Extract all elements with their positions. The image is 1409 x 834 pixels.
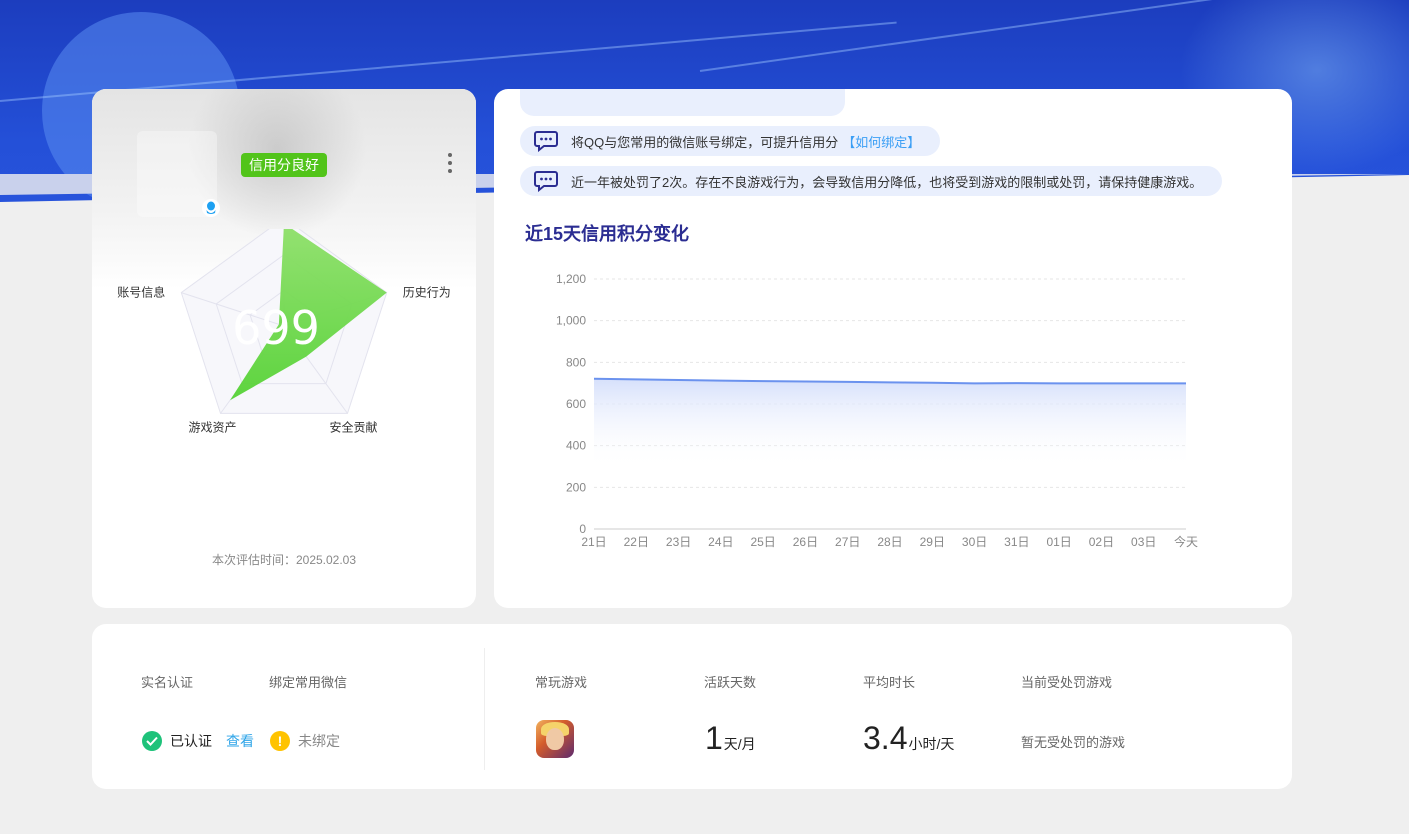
real-name-status-text: 已认证: [170, 733, 212, 749]
view-link[interactable]: 查看: [226, 731, 254, 751]
check-icon: [142, 731, 162, 751]
trend-title: 近15天信用积分变化: [525, 224, 690, 244]
account-summary-card: 实名认证 绑定常用微信 已认证 查看 ! 未绑定 常玩游戏 活跃天数 平均时长 …: [92, 624, 1292, 789]
area-fill: [594, 378, 1186, 469]
x-tick-label: 今天: [1174, 534, 1198, 549]
y-tick-label: 0: [579, 522, 586, 536]
tip-text: 将QQ与您常用的微信账号绑定，可提升信用分: [571, 134, 839, 150]
x-tick-label: 01日: [1046, 535, 1071, 549]
radar-axis-label: 历史行为: [403, 286, 451, 300]
x-tick-label: 31日: [1004, 535, 1029, 549]
radar-axis-label: 安全贡献: [329, 419, 377, 434]
x-tick-label: 03日: [1131, 535, 1156, 549]
x-tick-label: 23日: [666, 535, 691, 549]
warning-icon: !: [270, 731, 290, 751]
real-name-status: 已认证 查看: [142, 731, 254, 751]
tip-text: 近一年被处罚了2次。存在不良游戏行为，会导致信用分降低，也将受到游戏的限制或处罚…: [571, 174, 1203, 190]
qq-icon: [202, 199, 220, 217]
x-tick-label: 02日: [1089, 535, 1114, 549]
y-tick-label: 1,200: [556, 272, 586, 286]
y-tick-label: 600: [566, 397, 586, 411]
how-to-bind-link[interactable]: 【如何绑定】: [842, 132, 920, 151]
message-icon: [534, 171, 558, 192]
y-tick-label: 1,000: [556, 314, 586, 328]
real-name-label: 实名认证: [141, 675, 194, 690]
credit-score-card: 信用分良好 日常活跃历史行为安全贡献游戏资产账号信息699 本次评估时间：202…: [92, 89, 476, 608]
radar-axis-label: 账号信息: [117, 285, 165, 300]
wechat-status: ! 未绑定: [270, 731, 340, 751]
y-tick-label: 400: [566, 439, 586, 453]
active-days-value: 1 天/月: [705, 720, 756, 756]
avg-duration-label: 平均时长: [863, 675, 916, 690]
penalty-value: 暂无受处罚的游戏: [1021, 735, 1126, 750]
x-tick-label: 28日: [877, 535, 902, 549]
avg-duration-value: 3.4 小时/天: [863, 720, 955, 756]
frequent-game-label: 常玩游戏: [535, 675, 588, 690]
x-tick-label: 27日: [835, 535, 860, 549]
tip-partial: [520, 89, 845, 116]
tip-bind-wechat: 将QQ与您常用的微信账号绑定，可提升信用分 【如何绑定】: [520, 126, 941, 156]
message-icon: [534, 131, 558, 152]
x-tick-label: 29日: [920, 535, 945, 549]
x-tick-label: 22日: [624, 535, 649, 549]
x-tick-label: 24日: [708, 535, 733, 549]
game-icon[interactable]: [536, 720, 574, 758]
x-tick-label: 21日: [581, 535, 606, 549]
credit-status-badge: 信用分良好: [241, 153, 327, 177]
credit-trend-chart: 0 200 400 600 800 1,000 1,200 21日 22日 23日 24日 25日 26…: [556, 272, 1198, 549]
x-tick-label: 26日: [793, 535, 818, 549]
credit-trend-card: 将QQ与您常用的微信账号绑定，可提升信用分 【如何绑定】 近一年被处罚了2次。存…: [494, 89, 1292, 608]
y-tick-label: 800: [566, 355, 586, 369]
credit-score-value: 699: [232, 301, 320, 355]
evaluation-time: 本次评估时间：2025.02.03: [211, 553, 357, 567]
radar-chart: 日常活跃历史行为安全贡献游戏资产账号信息699: [117, 229, 451, 434]
more-options-icon[interactable]: [442, 151, 458, 175]
divider: [484, 648, 485, 770]
active-days-label: 活跃天数: [704, 675, 757, 690]
penalty-label: 当前受处罚游戏: [1021, 675, 1113, 690]
x-tick-label: 25日: [750, 535, 775, 549]
tip-penalty-notice: 近一年被处罚了2次。存在不良游戏行为，会导致信用分降低，也将受到游戏的限制或处罚…: [520, 166, 1223, 196]
radar-axis-label: 游戏资产: [189, 420, 237, 434]
wechat-label: 绑定常用微信: [269, 675, 348, 690]
x-tick-label: 30日: [962, 535, 987, 549]
wechat-status-text: 未绑定: [298, 733, 340, 749]
y-tick-label: 200: [566, 480, 586, 494]
